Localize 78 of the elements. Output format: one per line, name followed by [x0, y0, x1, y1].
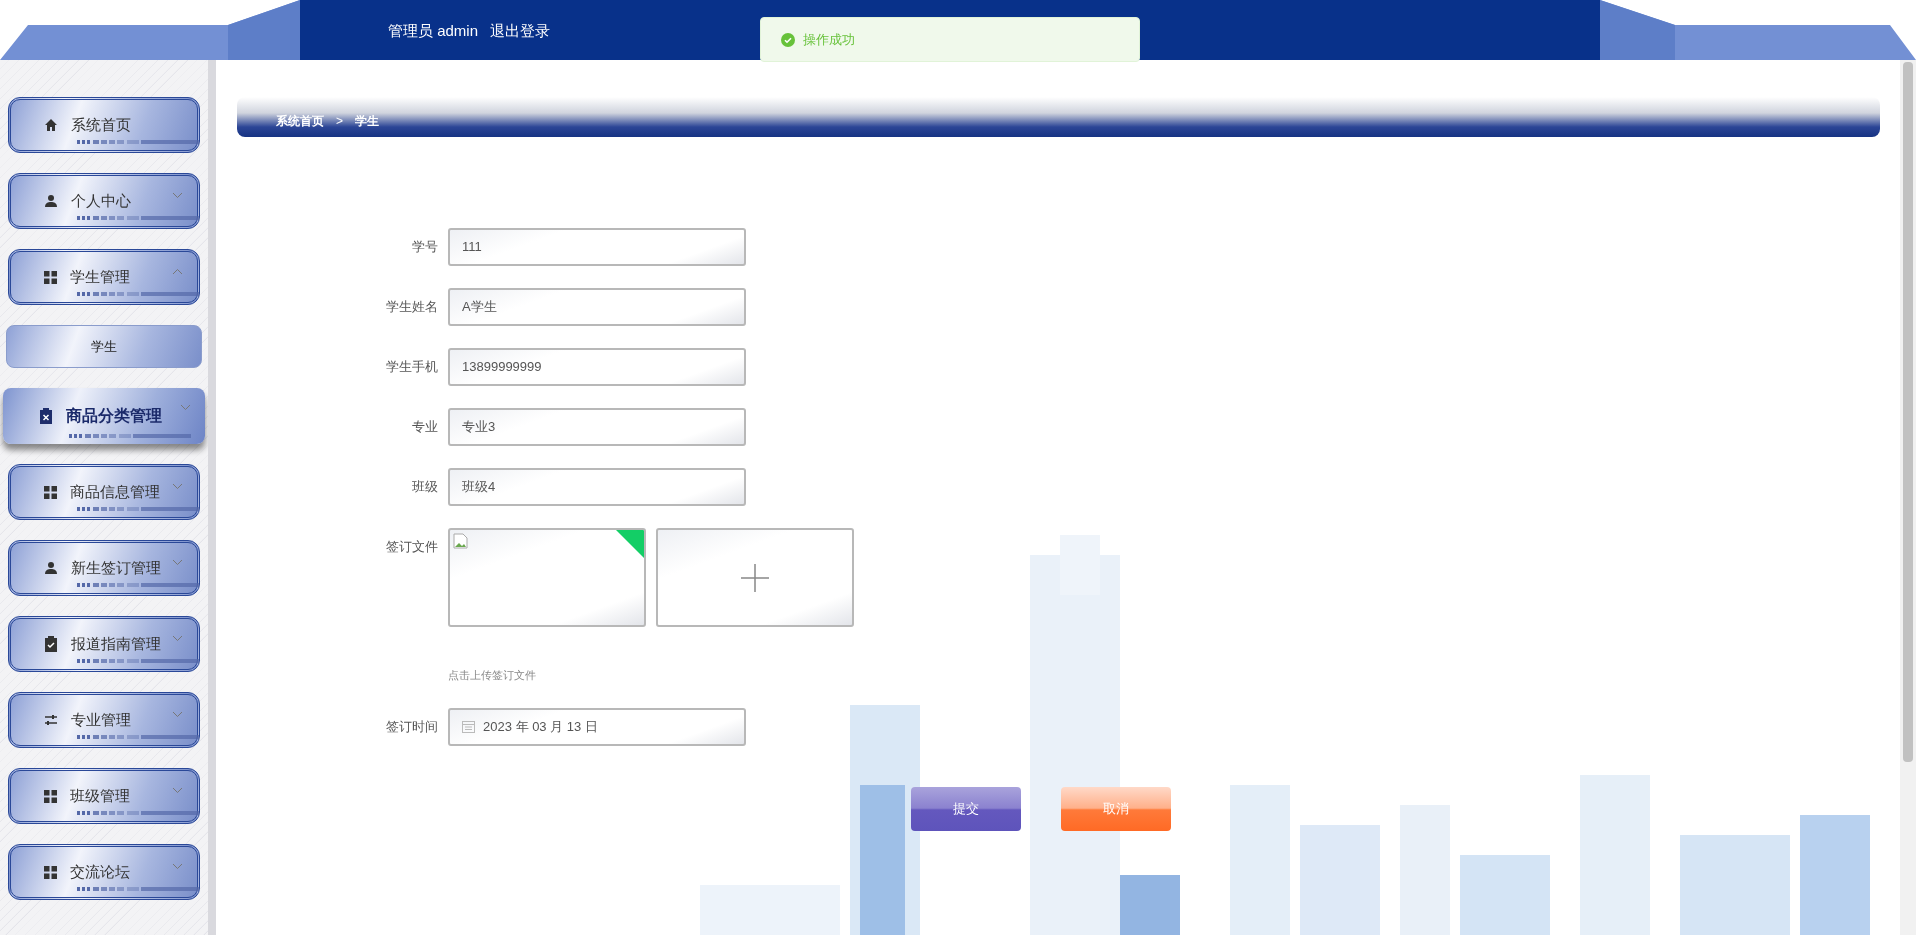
menu-item[interactable]: 报道指南管理 — [8, 616, 200, 672]
user-icon — [44, 561, 58, 575]
field-label: 班级 — [411, 478, 438, 496]
menu-label: 交流论坛 — [70, 861, 130, 882]
toast-message: 操作成功 — [803, 30, 855, 49]
menu-label: 专业管理 — [71, 709, 131, 730]
menu-label: 个人中心 — [71, 190, 131, 211]
dashed-line-icon — [77, 507, 199, 511]
dashed-line-icon — [77, 216, 199, 220]
menu-item[interactable]: 商品信息管理 — [8, 464, 200, 520]
dashed-line-icon — [77, 659, 199, 663]
chevron-up-icon — [172, 268, 183, 275]
menu-item[interactable]: 学生管理 — [8, 249, 200, 305]
chevron-down-icon — [172, 863, 183, 870]
dashed-line-icon — [77, 735, 199, 739]
dashed-line-icon — [77, 811, 199, 815]
field-label: 学号 — [411, 238, 438, 256]
input-field[interactable]: 111 — [448, 228, 746, 266]
menu-item[interactable]: 新生签订管理 — [8, 540, 200, 596]
menu-label: 班级管理 — [70, 785, 130, 806]
sliders-icon — [44, 713, 58, 727]
dashed-line-icon — [77, 292, 199, 296]
field-label: 签订时间 — [385, 717, 438, 736]
check-circle-icon — [781, 32, 795, 47]
input-field[interactable]: 专业3 — [448, 408, 746, 446]
breadcrumb-current: 学生 — [355, 113, 379, 130]
input-field[interactable]: 13899999999 — [448, 348, 746, 386]
menu-label: 商品分类管理 — [66, 406, 162, 426]
admin-label: 管理员 admin — [388, 21, 479, 41]
uploaded-file-thumbnail[interactable] — [448, 528, 646, 627]
chevron-down-icon — [172, 483, 183, 490]
grid-icon — [44, 485, 57, 499]
chevron-down-icon — [172, 559, 183, 566]
menu-label: 系统首页 — [71, 114, 131, 135]
menu-item[interactable]: 班级管理 — [8, 768, 200, 824]
breadcrumb-link[interactable]: 系统首页 — [276, 112, 324, 130]
logout-link[interactable]: 退出登录 — [490, 20, 551, 43]
menu-item[interactable]: 商品分类管理 — [3, 388, 205, 444]
field-label: 学生手机 — [385, 358, 438, 376]
upload-button[interactable] — [656, 528, 854, 627]
grid-icon — [44, 789, 57, 803]
menu-label: 报道指南管理 — [71, 633, 161, 654]
field-label: 专业 — [411, 418, 438, 436]
chevron-down-icon — [172, 192, 183, 199]
grid-icon — [44, 865, 57, 879]
field-label: 学生姓名 — [385, 298, 438, 316]
chevron-down-icon — [172, 635, 183, 642]
menu-item[interactable]: 个人中心 — [8, 173, 200, 229]
chevron-down-icon — [172, 711, 183, 718]
submenu-item[interactable]: 学生 — [6, 325, 202, 368]
breadcrumb-separator: > — [336, 113, 343, 130]
menu-label: 新生签订管理 — [71, 557, 161, 578]
menu-label: 学生管理 — [70, 266, 130, 287]
field-label: 签订文件 — [385, 538, 438, 556]
home-icon — [44, 118, 58, 132]
plus-icon — [741, 563, 769, 592]
input-field[interactable]: 班级4 — [448, 468, 746, 506]
clipboard-icon — [39, 408, 53, 424]
menu-label: 商品信息管理 — [70, 481, 160, 502]
input-field[interactable]: A学生 — [448, 288, 746, 326]
broken-image-icon — [453, 533, 469, 549]
date-field[interactable]: 2023 年 03 月 13 日 — [448, 707, 746, 746]
user-icon — [44, 194, 58, 208]
success-corner-icon — [616, 530, 644, 558]
menu-item[interactable]: 专业管理 — [8, 692, 200, 748]
chevron-down-icon — [172, 787, 183, 794]
dashed-line-icon — [69, 434, 191, 438]
menu-item[interactable]: 交流论坛 — [8, 844, 200, 900]
dashed-line-icon — [77, 583, 199, 587]
dashed-line-icon — [77, 140, 199, 144]
menu-item[interactable]: 系统首页 — [8, 97, 200, 153]
chevron-down-icon — [180, 404, 191, 411]
upload-hint: 点击上传签订文件 — [448, 668, 536, 683]
grid-icon — [44, 270, 57, 284]
clipboard-check-icon — [44, 636, 58, 652]
dashed-line-icon — [77, 887, 199, 891]
calendar-icon — [462, 720, 475, 733]
submit-button[interactable]: 提交 — [911, 786, 1021, 831]
